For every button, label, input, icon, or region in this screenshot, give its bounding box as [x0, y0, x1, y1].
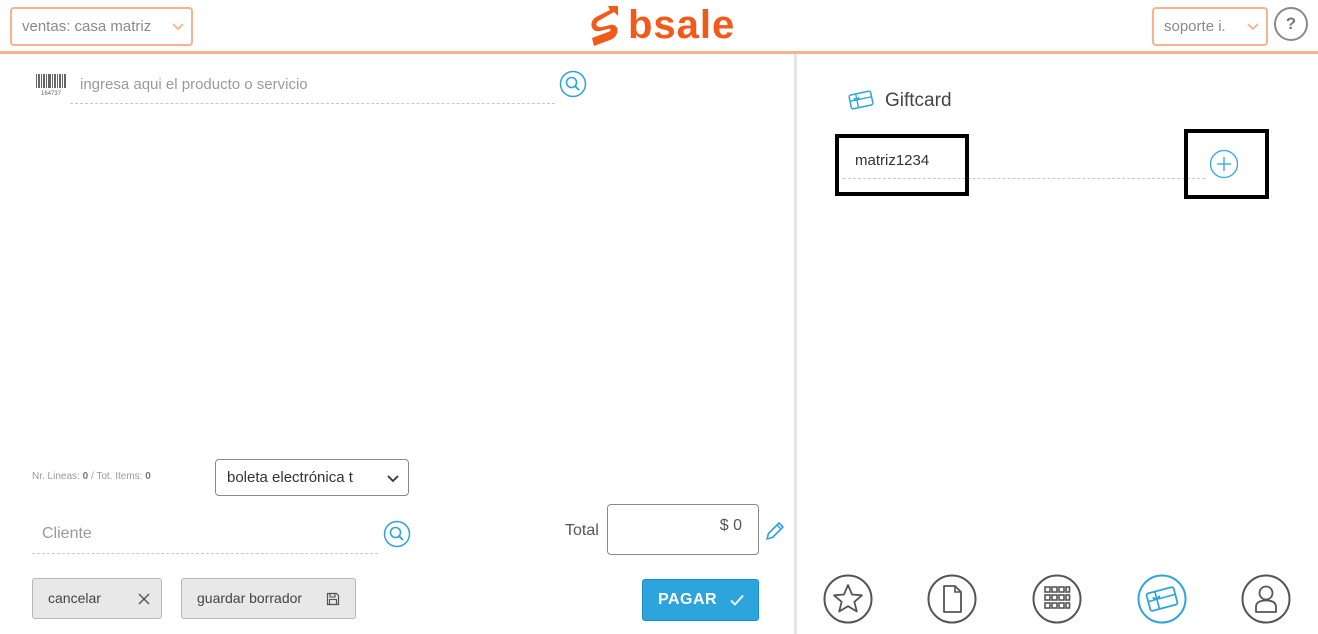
save-draft-button[interactable]: guardar borrador — [181, 578, 356, 619]
chevron-down-icon — [1247, 23, 1259, 31]
bsale-logo-mark-icon — [591, 6, 618, 46]
pay-button[interactable]: PAGAR — [642, 579, 759, 621]
grid-icon[interactable] — [1032, 574, 1082, 624]
floppy-disk-icon — [326, 592, 340, 606]
help-button[interactable]: ? — [1274, 7, 1308, 41]
store-select[interactable]: ventas: casa matriz — [10, 7, 193, 46]
total-value: $ 0 — [719, 517, 742, 534]
client-input[interactable] — [32, 514, 378, 554]
client-search-icon[interactable] — [383, 520, 411, 548]
barcode-number: 164737 — [41, 91, 62, 96]
giftcard-title: Giftcard — [885, 90, 952, 111]
close-icon — [138, 593, 150, 605]
user-select[interactable]: soporte i. — [1152, 7, 1268, 46]
items-label: / Tot. Items: — [90, 471, 143, 482]
giftcard-icon — [848, 90, 874, 110]
pay-label: PAGAR — [658, 591, 718, 608]
store-select-value: ventas: casa matriz — [22, 18, 152, 35]
add-circle-icon[interactable] — [1209, 149, 1239, 179]
giftcard-nav-icon[interactable] — [1137, 574, 1187, 624]
panel-divider — [794, 54, 797, 634]
save-draft-label: guardar borrador — [197, 590, 303, 606]
total-label: Total — [565, 522, 599, 539]
brand-name: bsale — [628, 3, 736, 47]
giftcard-code-input[interactable]: matriz1234 — [855, 152, 929, 169]
star-icon[interactable] — [823, 574, 873, 624]
document-type-value: boleta electrónica t — [227, 469, 353, 486]
checkmark-icon — [730, 594, 744, 606]
chevron-down-icon — [172, 23, 184, 31]
cancel-button[interactable]: cancelar — [32, 578, 162, 619]
barcode-icon: 164737 — [36, 74, 66, 96]
product-search-input[interactable] — [70, 66, 555, 104]
edit-pencil-icon[interactable] — [763, 519, 787, 543]
document-icon[interactable] — [927, 574, 977, 624]
line-item-counts: Nr. Lineas: 0 / Tot. Items: 0 — [32, 471, 151, 482]
items-count: 0 — [145, 471, 151, 482]
total-amount: $ 0 — [607, 504, 759, 555]
lines-label: Nr. Lineas: — [32, 471, 80, 482]
chevron-down-icon — [387, 475, 399, 483]
document-type-select[interactable]: boleta electrónica t — [215, 459, 409, 496]
user-select-value: soporte i. — [1164, 18, 1226, 35]
search-icon[interactable] — [559, 70, 587, 98]
user-icon[interactable] — [1241, 574, 1291, 624]
bsale-logo: bsale — [588, 3, 738, 48]
cancel-label: cancelar — [48, 590, 101, 606]
lines-count: 0 — [82, 471, 89, 482]
top-bar: ventas: casa matriz bsale soporte i. ? — [0, 0, 1318, 54]
